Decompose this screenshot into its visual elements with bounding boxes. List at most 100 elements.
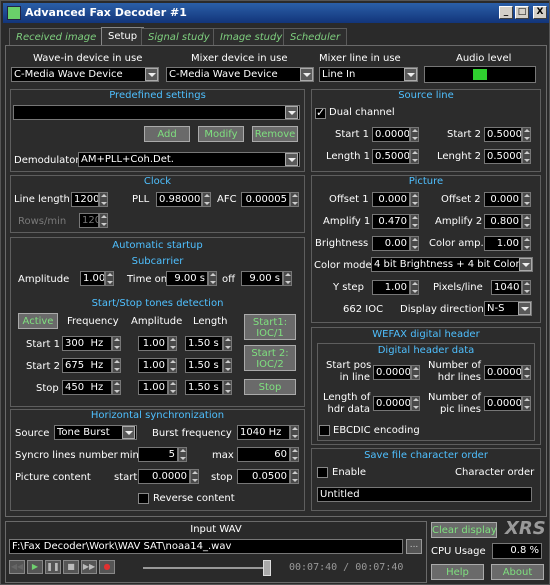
mixerline-dropdown-icon[interactable] [404,68,417,81]
about-button[interactable]: About [491,564,544,580]
start1-ioc1-button[interactable]: Start1: IOC/1 [244,314,296,340]
tone-length-field[interactable]: 1.50 s [185,380,223,395]
number-hdr-lines-field[interactable]: 0.0000 [484,365,522,380]
brightness-spinner[interactable] [410,236,419,251]
remove-button[interactable]: Remove [252,126,298,142]
offset1-field[interactable]: 0.000 [372,192,410,207]
syncro-max-field[interactable]: 60 [237,447,290,462]
mixer-select[interactable]: C-Media Wave Device [166,67,314,82]
record-button[interactable]: ● [99,560,115,574]
time-on-field[interactable]: 9.00 s [166,271,208,286]
tone-amplitude-spinner[interactable] [168,380,177,395]
pause-button[interactable]: ❚❚ [45,560,61,574]
tone-length-field[interactable]: 1.50 s [185,358,223,373]
syncro-min-field[interactable]: 5 [138,447,178,462]
tone-frequency-field[interactable]: 675 Hz [62,358,112,373]
tab-setup[interactable]: Setup [101,27,145,46]
start2-ioc2-button[interactable]: Start 2: IOC/2 [244,345,296,371]
predefined-select[interactable] [13,105,300,120]
position-slider-track[interactable] [143,567,271,569]
rows-min-field[interactable]: 120 [79,213,99,228]
minimize-button[interactable]: _ [499,6,513,19]
time-off-spinner[interactable] [283,271,292,286]
time-on-spinner[interactable] [208,271,217,286]
syncro-min-spinner[interactable] [178,447,187,462]
audio-level-meter[interactable] [424,66,536,83]
reverse-content-checkbox[interactable] [138,493,149,504]
stop-playback-button[interactable]: ■ [63,560,79,574]
close-button[interactable]: X [533,6,547,19]
time-off-field[interactable]: 9.00 s [241,271,283,286]
wavein-select[interactable]: C-Media Wave Device [11,67,159,82]
tone-frequency-spinner[interactable] [112,336,121,351]
offset2-field[interactable]: 0.000 [484,192,522,207]
start2-field[interactable]: 0.5000 [484,127,522,142]
start1-spinner[interactable] [410,127,419,142]
add-button[interactable]: Add [144,126,190,142]
input-wav-path-field[interactable]: F:\Fax Decoder\Work\WAV SAT\noaa14_.wav [9,539,403,554]
start-pos-spinner[interactable] [411,365,420,380]
color-amp-spinner[interactable] [522,236,531,251]
tone-frequency-spinner[interactable] [112,380,121,395]
pixels-line-spinner[interactable] [522,280,531,295]
length1-field[interactable]: 0.5000 [372,149,410,164]
tab-scheduler[interactable]: Scheduler [283,28,348,46]
length-hdr-data-spinner[interactable] [411,396,420,411]
modify-button[interactable]: Modify [198,126,244,142]
predefined-dropdown-icon[interactable] [285,106,298,119]
rewind-button[interactable]: ◀◀ [9,560,25,574]
rows-min-spinner[interactable] [99,213,108,228]
demodulator-select[interactable]: AM+PLL+Coh.Det. [78,152,300,167]
tone-length-spinner[interactable] [223,336,232,351]
tone-frequency-spinner[interactable] [112,358,121,373]
enable-checkbox[interactable] [317,467,328,478]
length1-spinner[interactable] [410,149,419,164]
content-stop-field[interactable]: 0.0500 [237,469,290,484]
subcarrier-amplitude-field[interactable]: 1.00 [80,271,105,286]
pixels-line-field[interactable]: 1040 [491,280,522,295]
tone-length-spinner[interactable] [223,358,232,373]
content-start-field[interactable]: 0.0000 [138,469,190,484]
ebcdic-checkbox[interactable] [319,425,330,436]
pll-spinner[interactable] [202,192,211,207]
afc-field[interactable]: 0.00005 [241,192,290,207]
offset1-spinner[interactable] [410,192,419,207]
mixer-dropdown-icon[interactable] [300,68,313,81]
subcarrier-amplitude-spinner[interactable] [105,271,114,286]
color-mode-dropdown-icon[interactable] [519,258,532,271]
title-bar[interactable]: Advanced Fax Decoder #1 _ □ X [3,3,549,23]
number-hdr-lines-spinner[interactable] [522,365,531,380]
amplify1-field[interactable]: 0.470 [372,214,410,229]
content-start-spinner[interactable] [190,469,199,484]
dual-channel-checkbox[interactable] [315,106,326,119]
tone-amplitude-spinner[interactable] [168,336,177,351]
tone-frequency-field[interactable]: 300 Hz [62,336,112,351]
amplify2-spinner[interactable] [522,214,531,229]
browse-button[interactable]: ... [406,539,422,554]
play-button[interactable]: ▶ [27,560,43,574]
amplify2-field[interactable]: 0.800 [484,214,522,229]
help-button[interactable]: Help [431,564,484,580]
burst-frequency-spinner[interactable] [290,425,299,440]
active-button[interactable]: Active [18,313,58,329]
afc-spinner[interactable] [290,192,299,207]
color-mode-select[interactable]: 4 bit Brightness + 4 bit Color [371,257,533,272]
tone-length-field[interactable]: 1.50 s [185,336,223,351]
brightness-field[interactable]: 0.00 [372,236,410,251]
clear-display-button[interactable]: Clear display [431,522,497,538]
tone-length-spinner[interactable] [223,380,232,395]
number-pic-lines-field[interactable]: 0.0000 [484,396,522,411]
display-direction-dropdown-icon[interactable] [518,302,531,315]
syncro-max-spinner[interactable] [290,447,299,462]
tone-amplitude-field[interactable]: 1.00 [138,358,168,373]
tone-amplitude-field[interactable]: 1.00 [138,380,168,395]
line-length-field[interactable]: 1200 [71,192,99,207]
amplify1-spinner[interactable] [410,214,419,229]
start-pos-field[interactable]: 0.0000 [373,365,411,380]
number-pic-lines-spinner[interactable] [522,396,531,411]
length-hdr-data-field[interactable]: 0.0000 [373,396,411,411]
start1-field[interactable]: 0.0000 [372,127,410,142]
tone-amplitude-spinner[interactable] [168,358,177,373]
start2-spinner[interactable] [522,127,531,142]
stop-button[interactable]: Stop [244,379,296,395]
